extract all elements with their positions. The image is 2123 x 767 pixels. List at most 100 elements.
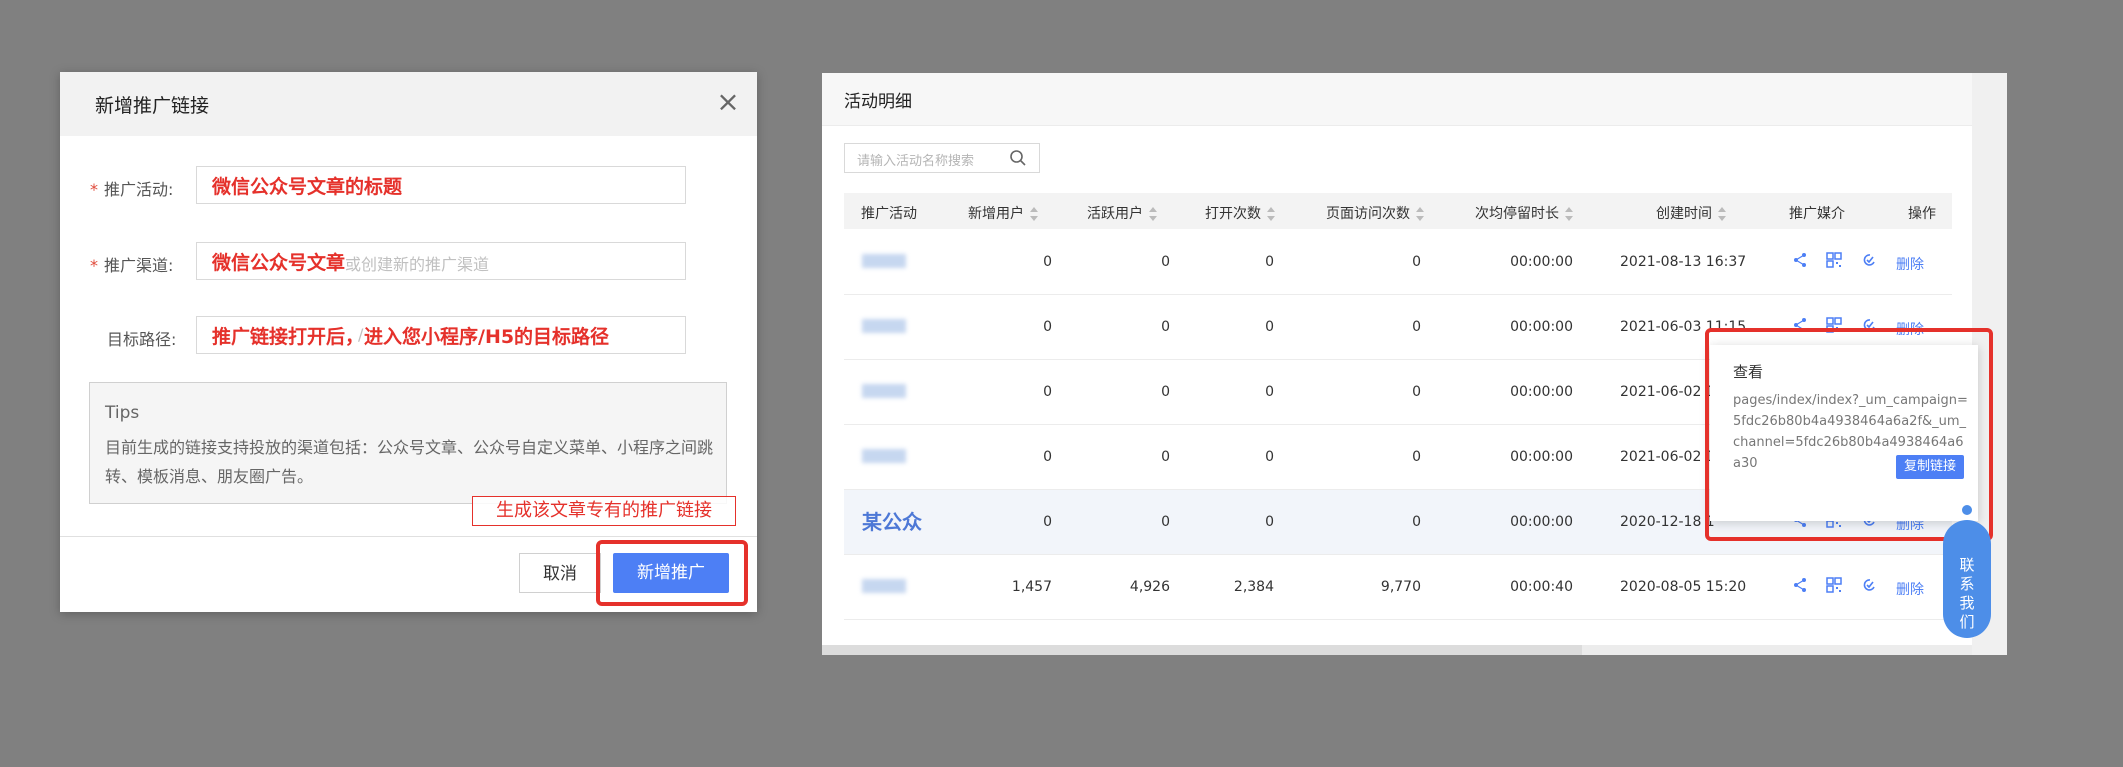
opens-value: 0 xyxy=(1265,449,1274,465)
new-users-value: 0 xyxy=(1043,319,1052,335)
media-icons xyxy=(1791,251,1875,271)
avg-stay-value: 00:00:00 xyxy=(1510,254,1573,270)
avg-stay-value: 00:00:00 xyxy=(1510,319,1573,335)
sort-icon[interactable] xyxy=(1030,207,1038,221)
campaign-name[interactable] xyxy=(862,319,906,333)
channel-annotation: 微信公众号文章 xyxy=(212,252,346,274)
opens-value: 0 xyxy=(1265,514,1274,530)
active-users-value: 0 xyxy=(1161,319,1170,335)
target-path-annotation: 推广链接打开后，进入您小程序/H5的目标路径 xyxy=(212,326,610,348)
created-time-value: 2020-12-18 1 xyxy=(1620,514,1715,530)
active-users-value: 0 xyxy=(1161,514,1170,530)
new-users-value: 0 xyxy=(1043,514,1052,530)
created-time-value: 2021-06-02 1 xyxy=(1620,449,1715,465)
avg-stay-value: 00:00:00 xyxy=(1510,449,1573,465)
table-header: 推广活动 新增用户 活跃用户 打开次数 页面访问次数 次均停留时长 创建时间 推… xyxy=(844,193,1952,229)
panel-header xyxy=(822,73,1972,126)
col-created[interactable]: 创建时间 xyxy=(1656,203,1726,223)
opens-value: 0 xyxy=(1265,254,1274,270)
panel-title: 活动明细 xyxy=(844,92,912,112)
table-row: 0 0 0 0 00:00:00 2021-08-13 16:37 删除 xyxy=(844,230,1952,295)
link-icon[interactable] xyxy=(1860,251,1878,269)
delete-link[interactable]: 删除 xyxy=(1896,579,1924,599)
col-campaign: 推广活动 xyxy=(861,206,917,222)
contact-us-button[interactable]: 联系我们 xyxy=(1943,520,1991,638)
tips-title: Tips xyxy=(105,403,140,423)
tips-body: 目前生成的链接支持投放的渠道包括：公众号文章、公众号自定义菜单、小程序之间跳转、… xyxy=(105,438,714,486)
created-time-value: 2020-08-05 15:20 xyxy=(1620,579,1747,595)
page-visits-value: 0 xyxy=(1412,514,1421,530)
share-icon[interactable] xyxy=(1791,251,1809,269)
page-visits-value: 0 xyxy=(1412,384,1421,400)
col-action: 操作 xyxy=(1908,206,1936,222)
page-visits-value: 9,770 xyxy=(1380,579,1421,595)
cancel-button[interactable]: 取消 xyxy=(519,553,601,593)
col-opens[interactable]: 打开次数 xyxy=(1205,203,1275,223)
avg-stay-value: 00:00:00 xyxy=(1510,384,1573,400)
col-new-users[interactable]: 新增用户 xyxy=(968,203,1038,223)
qrcode-icon[interactable] xyxy=(1825,251,1843,269)
new-users-value: 0 xyxy=(1043,384,1052,400)
created-time-value: 2021-08-13 16:37 xyxy=(1620,254,1747,270)
col-page-visits[interactable]: 页面访问次数 xyxy=(1326,203,1424,223)
active-users-value: 0 xyxy=(1161,384,1170,400)
share-icon[interactable] xyxy=(1791,576,1809,594)
campaign-name[interactable]: 某公众 xyxy=(862,506,930,536)
sort-icon[interactable] xyxy=(1718,207,1726,221)
contact-indicator xyxy=(1962,505,1972,515)
search-icon[interactable] xyxy=(1009,149,1027,167)
contact-us-label: 联系我们 xyxy=(1943,556,1991,632)
new-users-value: 0 xyxy=(1043,449,1052,465)
active-users-value: 0 xyxy=(1161,254,1170,270)
close-icon[interactable]: × xyxy=(715,88,741,116)
opens-value: 0 xyxy=(1265,384,1274,400)
annotation-highlight-popover xyxy=(1705,328,1993,541)
sort-icon[interactable] xyxy=(1149,207,1157,221)
avg-stay-value: 00:00:40 xyxy=(1510,579,1573,595)
delete-link[interactable]: 删除 xyxy=(1896,254,1924,274)
opens-value: 2,384 xyxy=(1233,579,1274,595)
new-users-value: 1,457 xyxy=(1011,579,1052,595)
new-users-value: 0 xyxy=(1043,254,1052,270)
campaign-name[interactable] xyxy=(862,254,906,268)
active-users-value: 0 xyxy=(1161,449,1170,465)
contact-char: 系 xyxy=(1959,575,1975,593)
qrcode-icon[interactable] xyxy=(1825,576,1843,594)
avg-stay-value: 00:00:00 xyxy=(1510,514,1573,530)
col-active-users[interactable]: 活跃用户 xyxy=(1087,203,1157,223)
campaign-annotation: 微信公众号文章的标题 xyxy=(212,176,403,198)
sort-icon[interactable] xyxy=(1565,207,1573,221)
search-input[interactable]: 请输入活动名称搜索 xyxy=(844,143,1040,173)
search-placeholder: 请输入活动名称搜索 xyxy=(857,154,975,169)
page-visits-value: 0 xyxy=(1412,319,1421,335)
page-visits-value: 0 xyxy=(1412,254,1421,270)
campaign-name[interactable] xyxy=(862,384,906,398)
annotation-label: 生成该文章专有的推广链接 xyxy=(472,496,736,526)
channel-field-label: * 推广渠道: xyxy=(90,256,174,275)
tips-box: Tips 目前生成的链接支持投放的渠道包括：公众号文章、公众号自定义菜单、小程序… xyxy=(89,382,727,504)
campaign-name[interactable] xyxy=(862,579,906,593)
page-visits-value: 0 xyxy=(1412,449,1421,465)
sort-icon[interactable] xyxy=(1267,207,1275,221)
link-icon[interactable] xyxy=(1860,576,1878,594)
campaign-name[interactable] xyxy=(862,449,906,463)
opens-value: 0 xyxy=(1265,319,1274,335)
media-icons xyxy=(1791,576,1875,596)
channel-placeholder: 或创建新的推广渠道 xyxy=(345,255,490,274)
sort-icon[interactable] xyxy=(1416,207,1424,221)
contact-char: 们 xyxy=(1959,613,1975,631)
contact-char: 联 xyxy=(1959,556,1975,574)
col-media: 推广媒介 xyxy=(1789,206,1845,222)
target-path-label: 目标路径: xyxy=(107,330,177,349)
campaign-field-label: * 推广活动: xyxy=(90,180,174,199)
created-time-value: 2021-06-02 1 xyxy=(1620,384,1715,400)
table-row: 1,457 4,926 2,384 9,770 00:00:40 2020-08-05 1… xyxy=(844,555,1952,620)
footer-divider xyxy=(60,536,757,537)
contact-char: 我 xyxy=(1959,594,1975,612)
scrollbar-thumb[interactable] xyxy=(822,645,1582,655)
new-promo-link-dialog: 新增推广链接 × * 推广活动: 微信公众号文章的标题 * 推广渠道: 或创建新的推… xyxy=(60,72,757,612)
active-users-value: 4,926 xyxy=(1129,579,1170,595)
dialog-title: 新增推广链接 xyxy=(95,95,210,117)
annotation-highlight-create xyxy=(596,540,748,606)
col-avg-stay[interactable]: 次均停留时长 xyxy=(1475,203,1573,223)
